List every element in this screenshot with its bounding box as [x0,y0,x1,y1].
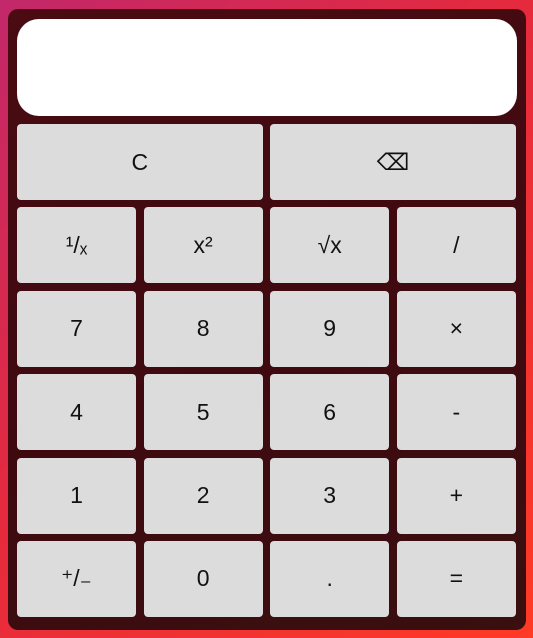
digit-3-button[interactable]: 3 [270,457,390,534]
square-button[interactable]: x² [143,207,263,284]
calculator-display [17,19,517,116]
divide-button[interactable]: / [396,207,516,284]
digit-4-button[interactable]: 4 [17,374,136,451]
equals-button[interactable]: = [396,540,516,617]
keypad: C ⌫ ¹/ₓ x² √x / 7 8 9 × 4 5 6 - 1 2 3 + … [17,124,517,617]
reciprocal-button[interactable]: ¹/ₓ [17,207,136,284]
clear-button[interactable]: C [17,124,263,200]
digit-9-button[interactable]: 9 [270,290,390,367]
digit-7-button[interactable]: 7 [17,290,136,367]
negate-button[interactable]: ⁺/₋ [17,540,136,617]
digit-0-button[interactable]: 0 [143,540,263,617]
decimal-point-button[interactable]: . [270,540,390,617]
calculator-panel: C ⌫ ¹/ₓ x² √x / 7 8 9 × 4 5 6 - 1 2 3 + … [8,9,526,630]
multiply-button[interactable]: × [396,290,516,367]
square-root-button[interactable]: √x [270,207,390,284]
backspace-button[interactable]: ⌫ [270,124,516,200]
digit-6-button[interactable]: 6 [270,374,390,451]
digit-2-button[interactable]: 2 [143,457,263,534]
digit-5-button[interactable]: 5 [143,374,263,451]
add-button[interactable]: + [396,457,516,534]
subtract-button[interactable]: - [396,374,516,451]
digit-8-button[interactable]: 8 [143,290,263,367]
digit-1-button[interactable]: 1 [17,457,136,534]
